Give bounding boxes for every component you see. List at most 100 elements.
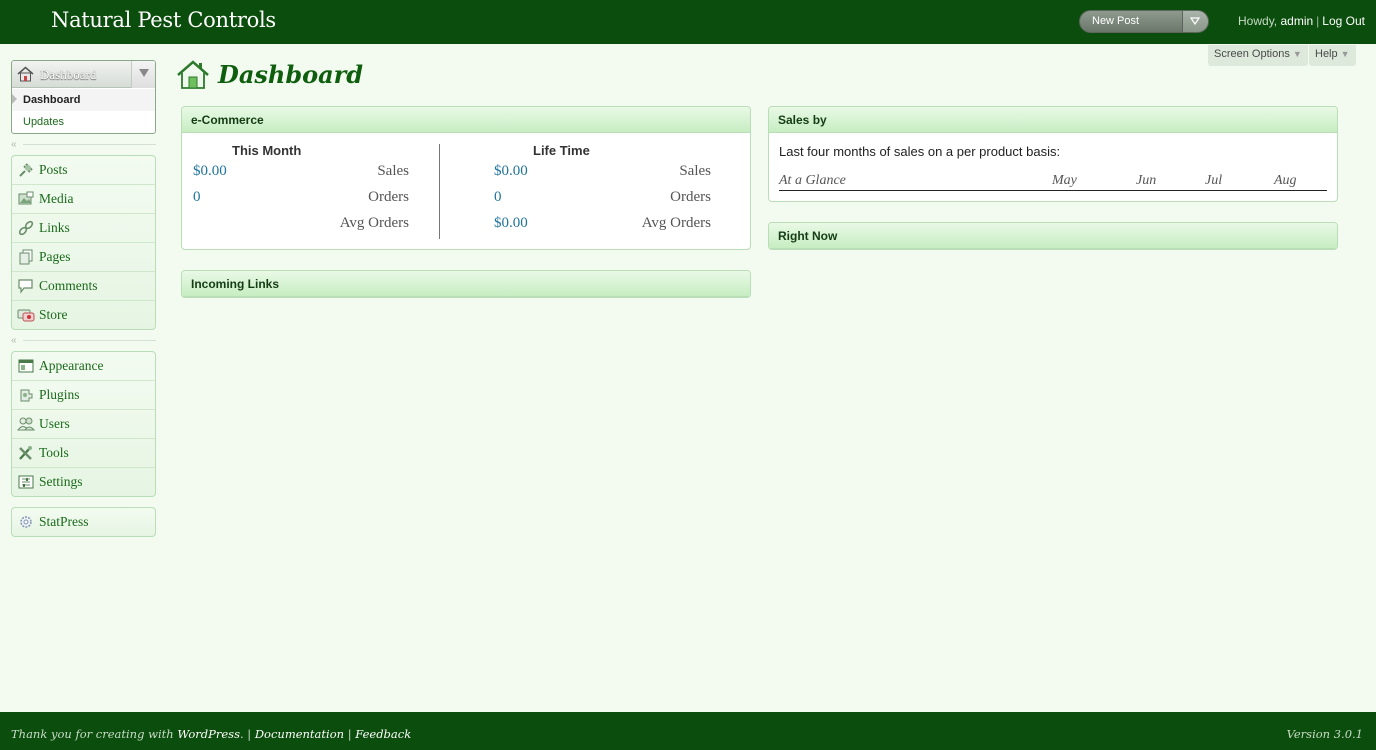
help-button[interactable]: Help ▼	[1309, 45, 1356, 66]
pin-icon	[19, 163, 33, 177]
menu-dashboard-header[interactable]: Dashboard	[12, 61, 155, 88]
home-icon	[177, 60, 209, 89]
arrow-down-icon: ▼	[1292, 49, 1302, 59]
sales-by-description: Last four months of sales on a per produ…	[779, 144, 1061, 159]
arrow-down-icon: ▼	[1340, 49, 1350, 59]
sidebar-item-label: Pages	[39, 249, 71, 264]
life-time-avg-orders-value[interactable]: $0.00	[494, 215, 528, 232]
menu-group-admin: Appearance Plugins Users Tools Settings	[11, 351, 156, 497]
comment-icon	[18, 279, 33, 294]
settings-icon	[18, 475, 34, 489]
documentation-link[interactable]: Documentation	[255, 727, 344, 741]
favorite-actions[interactable]: New Post	[1079, 10, 1209, 33]
this-month-heading: This Month	[232, 143, 302, 158]
howdy-text: Howdy,	[1238, 14, 1278, 28]
avg-orders-label: Avg Orders	[641, 215, 711, 231]
footer-version: Version 3.0.1	[1286, 727, 1363, 741]
link-icon	[18, 220, 34, 236]
menu-separator[interactable]: «	[11, 335, 156, 346]
admin-header: Natural Pest Controls New Post Howdy, ad…	[0, 0, 1376, 44]
site-title[interactable]: Natural Pest Controls	[51, 8, 276, 32]
sidebar-item-comments[interactable]: Comments	[12, 271, 155, 300]
store-icon	[17, 309, 35, 322]
plugin-icon	[20, 389, 33, 402]
sidebar-item-label: Plugins	[39, 387, 80, 402]
feedback-link[interactable]: Feedback	[355, 727, 411, 741]
sidebar-item-plugins[interactable]: Plugins	[12, 380, 155, 409]
orders-label: Orders	[368, 189, 409, 205]
media-icon	[18, 191, 34, 205]
screen-options-label: Screen Options	[1214, 48, 1290, 60]
sidebar-item-users[interactable]: Users	[12, 409, 155, 438]
admin-footer: Thank you for creating with WordPress. |…	[0, 712, 1376, 750]
footer-thanks: Thank you for creating with	[11, 727, 174, 741]
sidebar-item-label: Posts	[39, 162, 68, 177]
submenu-dashboard[interactable]: Dashboard	[12, 89, 155, 111]
ecommerce-widget: e-Commerce This Month Life Time $0.00 Sa…	[181, 106, 751, 250]
sidebar-item-label: Users	[39, 416, 70, 431]
this-month-sales-value[interactable]: $0.00	[193, 163, 227, 180]
sales-label: Sales	[377, 163, 409, 179]
submenu-updates[interactable]: Updates	[12, 111, 155, 133]
menu-dashboard-toggle[interactable]	[131, 61, 155, 88]
tools-icon	[19, 446, 32, 460]
logout-link[interactable]: Log Out	[1322, 14, 1365, 28]
column-divider	[439, 144, 440, 239]
this-month-orders-value[interactable]: 0	[193, 189, 201, 206]
life-time-orders-value[interactable]: 0	[494, 189, 502, 206]
page-title: Dashboard	[218, 60, 364, 89]
users-icon	[17, 417, 35, 431]
menu-group-content: Posts Media Links Pages Comments Store	[11, 155, 156, 330]
screen-options-button[interactable]: Screen Options ▼	[1208, 45, 1308, 66]
appearance-icon	[18, 359, 34, 373]
incoming-links-widget-title[interactable]: Incoming Links	[182, 271, 750, 297]
sidebar-item-label: Tools	[39, 445, 69, 460]
life-time-heading: Life Time	[533, 143, 590, 158]
column-header: At a Glance	[779, 173, 846, 188]
ecommerce-widget-title[interactable]: e-Commerce	[182, 107, 750, 133]
sidebar-item-label: Appearance	[39, 358, 104, 373]
menu-group-plugins: StatPress	[11, 507, 156, 537]
favorite-toggle-button[interactable]	[1182, 11, 1208, 32]
orders-label: Orders	[670, 189, 711, 205]
chevron-down-icon	[139, 69, 149, 77]
right-now-widget-title[interactable]: Right Now	[769, 223, 1337, 249]
new-post-link[interactable]: New Post	[1092, 15, 1139, 27]
sidebar-item-tools[interactable]: Tools	[12, 438, 155, 467]
sidebar-item-label: Settings	[39, 474, 83, 489]
user-info: Howdy, admin | Log Out	[1238, 14, 1365, 28]
life-time-sales-value[interactable]: $0.00	[494, 163, 528, 180]
right-now-widget: Right Now	[768, 222, 1338, 250]
sidebar-item-media[interactable]: Media	[12, 184, 155, 213]
sidebar-item-posts[interactable]: Posts	[12, 156, 155, 184]
sidebar-item-label: Store	[39, 307, 68, 322]
sidebar-item-settings[interactable]: Settings	[12, 467, 155, 496]
sidebar-item-label: Media	[39, 191, 74, 206]
sidebar-item-links[interactable]: Links	[12, 213, 155, 242]
collapse-arrows-icon: «	[11, 139, 17, 150]
column-header: Jun	[1136, 173, 1157, 188]
sidebar-item-statpress[interactable]: StatPress	[12, 508, 155, 536]
sales-by-table-header: At a Glance May Jun Jul Aug	[779, 173, 1327, 191]
avg-orders-label: Avg Orders	[339, 215, 409, 231]
sales-label: Sales	[679, 163, 711, 179]
footer-left: Thank you for creating with WordPress. |…	[11, 727, 412, 741]
sidebar-item-pages[interactable]: Pages	[12, 242, 155, 271]
home-icon	[17, 66, 34, 82]
menu-separator[interactable]: «	[11, 139, 156, 150]
wordpress-link[interactable]: WordPress	[177, 727, 240, 741]
sidebar-item-appearance[interactable]: Appearance	[12, 352, 155, 380]
pages-icon	[19, 249, 33, 265]
help-label: Help	[1315, 48, 1338, 60]
collapse-arrows-icon: «	[11, 335, 17, 346]
username-link[interactable]: admin	[1280, 14, 1313, 28]
sidebar-item-label: Comments	[39, 278, 98, 293]
sidebar-item-label: Links	[39, 220, 70, 235]
column-header: Jul	[1205, 173, 1223, 188]
sidebar-item-label: StatPress	[39, 514, 89, 529]
column-header: Aug	[1274, 173, 1297, 188]
chevron-down-icon	[1190, 17, 1200, 26]
sales-by-widget-title[interactable]: Sales by	[769, 107, 1337, 133]
sidebar-item-store[interactable]: Store	[12, 300, 155, 329]
sales-by-widget: Sales by Last four months of sales on a …	[768, 106, 1338, 202]
